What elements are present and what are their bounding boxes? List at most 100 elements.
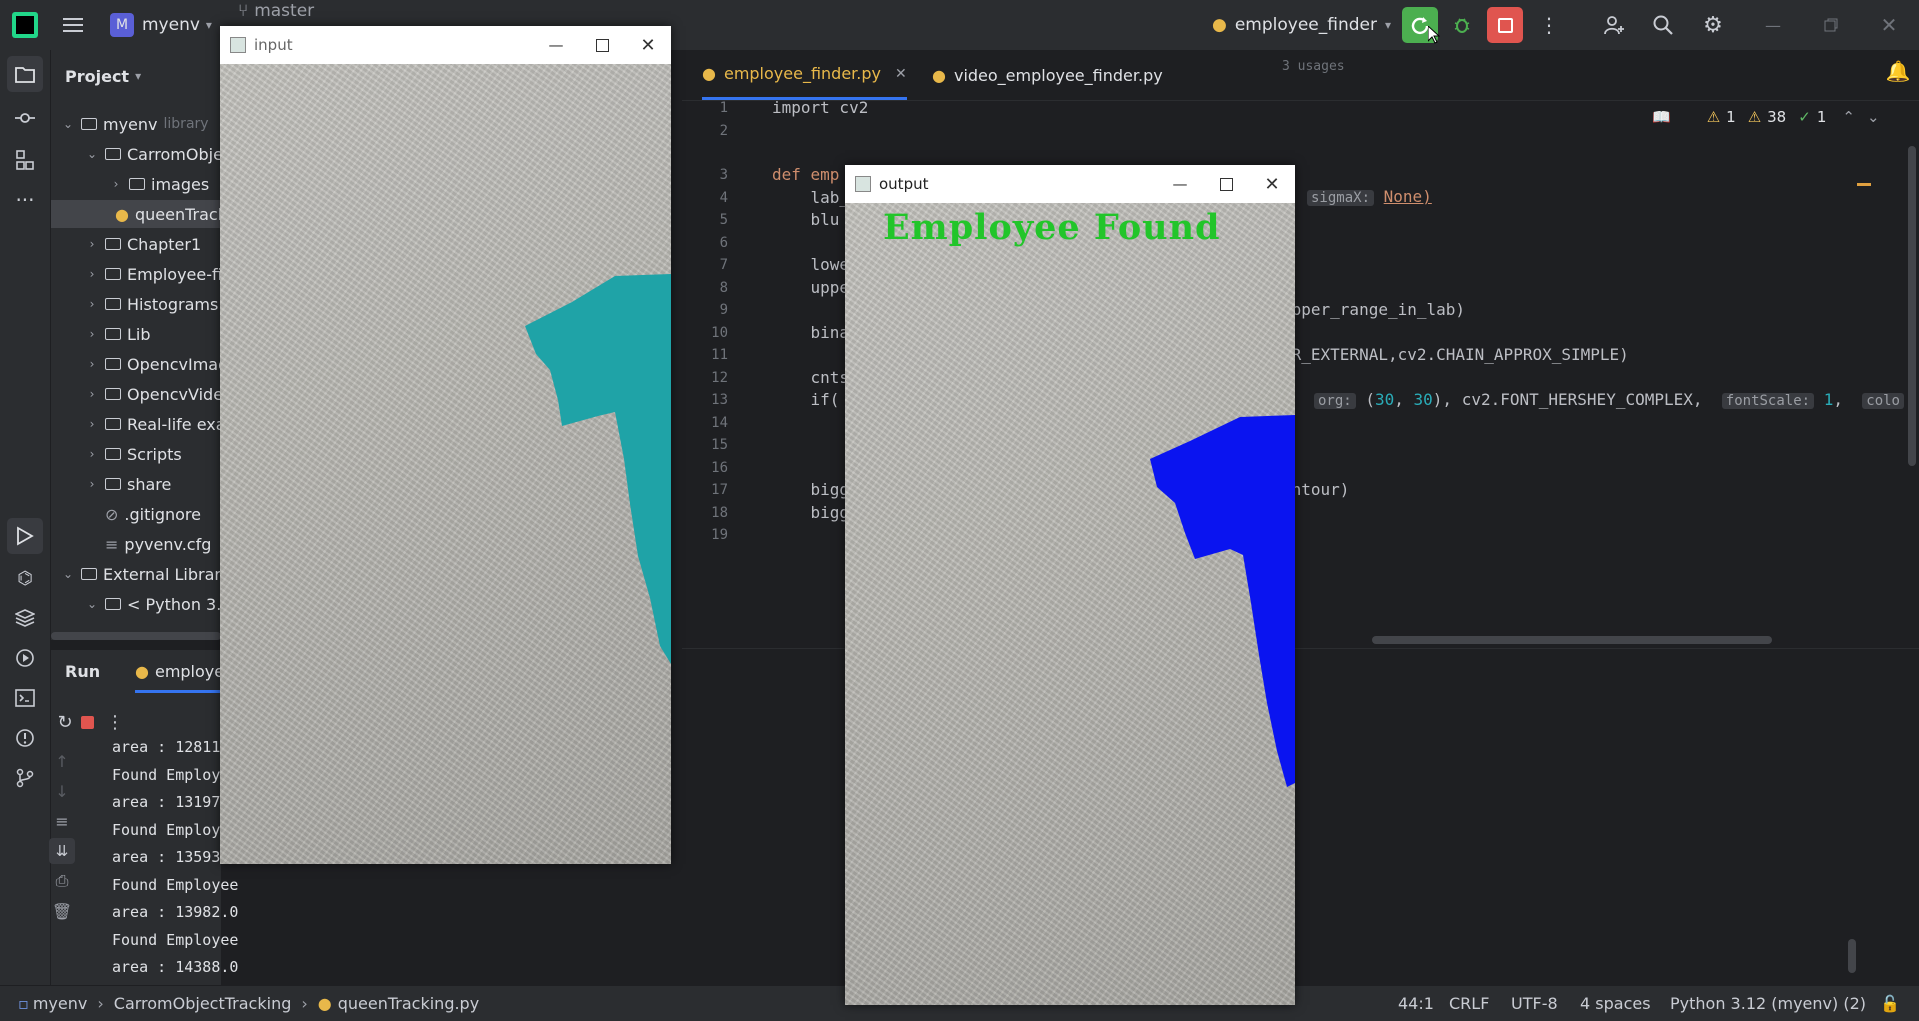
window-restore-icon[interactable] — [1815, 9, 1847, 41]
editor-vertical-scrollbar[interactable] — [1908, 146, 1916, 466]
terminal-button[interactable] — [7, 680, 43, 716]
breadcrumb-item[interactable]: CarromObjectTracking — [114, 994, 292, 1013]
scroll-up-icon[interactable]: ↑ — [51, 750, 73, 772]
chevron-right-icon[interactable]: › — [85, 267, 99, 281]
settings-gear-icon[interactable]: ⚙ — [1697, 9, 1729, 41]
tree-item[interactable]: › OpencvVideos — [85, 380, 242, 408]
window-maximize-icon[interactable] — [579, 26, 625, 64]
folder-icon — [105, 268, 121, 280]
editor-horizontal-scrollbar[interactable] — [1372, 636, 1772, 644]
window-close-icon[interactable]: ✕ — [1249, 165, 1295, 203]
chevron-down-icon[interactable]: ⌄ — [1867, 108, 1880, 126]
tree-item[interactable]: ⌄ External Libraries — [61, 560, 244, 588]
tree-item[interactable]: › Scripts — [85, 440, 182, 468]
line-number: 6 — [719, 234, 728, 251]
services-button[interactable] — [7, 640, 43, 676]
tree-item[interactable]: › images — [109, 170, 210, 198]
chevron-right-icon[interactable]: › — [85, 387, 99, 401]
debug-button[interactable] — [1446, 9, 1478, 41]
chevron-right-icon[interactable]: › — [109, 177, 123, 191]
project-panel-header[interactable]: Project ▾ — [65, 62, 141, 90]
print-icon[interactable]: ⎙ — [51, 870, 73, 892]
tree-item[interactable]: ⌄ myenv library — [61, 110, 209, 138]
notifications-bell-icon[interactable]: 🔔 — [1883, 56, 1913, 86]
horizontal-scrollbar[interactable] — [51, 632, 221, 640]
tree-item[interactable]: › Lib — [85, 320, 151, 348]
tree-item[interactable]: ≡ pyvenv.cfg — [85, 530, 211, 558]
python-interpreter[interactable]: Python 3.12 (myenv) (2) — [1670, 986, 1866, 1021]
project-tool-button[interactable] — [7, 56, 43, 92]
tab-employee-finder[interactable]: ● employee_finder.py ✕ — [702, 50, 907, 100]
tab-video-employee-finder[interactable]: ● video_employee_finder.py — [932, 50, 1163, 100]
trash-icon[interactable]: 🗑 — [51, 900, 73, 922]
inspections-widget[interactable]: 📖 ⚠ 1 ⚠ 38 ✓ 1 ⌃ ⌄ — [1652, 108, 1880, 126]
chevron-right-icon[interactable]: › — [85, 477, 99, 491]
warning-stripe-marker[interactable] — [1857, 183, 1871, 186]
python-packages-button[interactable] — [7, 600, 43, 636]
reader-mode-icon[interactable]: 📖 — [1652, 108, 1671, 126]
window-minimize-icon[interactable]: — — [533, 26, 579, 64]
indent-setting[interactable]: 4 spaces — [1580, 986, 1651, 1021]
chevron-down-icon[interactable]: ⌄ — [85, 597, 99, 611]
line-ending[interactable]: CRLF — [1449, 986, 1489, 1021]
code-line: import cv2 — [772, 98, 869, 117]
more-tools-icon[interactable]: ··· — [7, 182, 43, 218]
more-actions-icon[interactable]: ⋮ — [1534, 9, 1564, 41]
problems-button[interactable] — [7, 720, 43, 756]
chevron-right-icon[interactable]: › — [85, 447, 99, 461]
stop-button[interactable] — [1487, 7, 1523, 43]
project-selector[interactable]: M myenv ▾ — [110, 0, 212, 50]
python-console-icon[interactable]: ⌬ — [7, 560, 43, 596]
file-encoding[interactable]: UTF-8 — [1511, 986, 1558, 1021]
run-tool-button[interactable] — [7, 518, 43, 554]
more-icon[interactable]: ⋮ — [101, 708, 129, 736]
code-token: ( — [1365, 390, 1375, 409]
caret-position[interactable]: 44:1 — [1398, 986, 1434, 1021]
add-user-button[interactable] — [1598, 9, 1630, 41]
output-image-window[interactable]: output — ✕ Employee Found — [845, 165, 1295, 1005]
tree-item[interactable]: › Chapter1 — [85, 230, 202, 258]
tree-item[interactable]: ⊘ .gitignore — [85, 500, 201, 528]
window-maximize-icon[interactable] — [1203, 165, 1249, 203]
chevron-down-icon[interactable]: ⌄ — [61, 117, 75, 131]
chevron-up-icon[interactable]: ⌃ — [1842, 108, 1855, 126]
chevron-right-icon[interactable]: › — [85, 327, 99, 341]
soft-wrap-icon[interactable]: ≡ — [51, 810, 73, 832]
version-control-button[interactable] — [7, 760, 43, 796]
commit-tool-button[interactable] — [7, 100, 43, 136]
window-minimize-icon[interactable]: — — [1757, 9, 1789, 41]
shirt-silhouette — [525, 274, 671, 664]
chevron-right-icon[interactable]: › — [85, 357, 99, 371]
run-config-selector[interactable]: ● employee_finder ▾ — [1212, 0, 1391, 50]
tree-item[interactable]: ● queenTracking.py — [51, 200, 276, 228]
console-scrollbar[interactable] — [1848, 939, 1856, 973]
window-minimize-icon[interactable]: — — [1157, 165, 1203, 203]
stop-icon[interactable] — [73, 708, 101, 736]
input-image-window[interactable]: input — ✕ — [220, 26, 671, 864]
tree-item[interactable]: › share — [85, 470, 172, 498]
main-menu-icon[interactable] — [58, 10, 88, 40]
close-tab-icon[interactable]: ✕ — [895, 66, 907, 82]
param-hint: org: — [1314, 393, 1356, 409]
lock-icon[interactable]: 🔓 — [1880, 986, 1900, 1021]
scroll-to-end-icon[interactable]: ⇊ — [49, 838, 75, 864]
chevron-right-icon[interactable]: › — [85, 417, 99, 431]
search-button[interactable] — [1647, 9, 1679, 41]
usages-hint[interactable]: 3 usages — [1282, 59, 1345, 74]
chevron-down-icon[interactable]: ⌄ — [85, 147, 99, 161]
window-close-icon[interactable]: ✕ — [625, 26, 671, 64]
output-window-titlebar[interactable]: output — ✕ — [845, 165, 1295, 203]
input-window-titlebar[interactable]: input — ✕ — [220, 26, 671, 64]
breadcrumb-item[interactable]: myenv — [33, 994, 88, 1013]
line-number: 5 — [719, 212, 728, 228]
scroll-down-icon[interactable]: ↓ — [51, 780, 73, 802]
folder-icon — [129, 178, 145, 190]
chevron-down-icon[interactable]: ⌄ — [61, 567, 75, 581]
window-close-icon[interactable]: ✕ — [1873, 9, 1905, 41]
structure-tool-button[interactable] — [7, 142, 43, 178]
tree-item[interactable]: › Histograms — [85, 290, 219, 318]
chevron-right-icon[interactable]: › — [85, 297, 99, 311]
code-line: lab_ — [772, 187, 850, 207]
breadcrumb-item[interactable]: queenTracking.py — [338, 994, 479, 1013]
chevron-right-icon[interactable]: › — [85, 237, 99, 251]
